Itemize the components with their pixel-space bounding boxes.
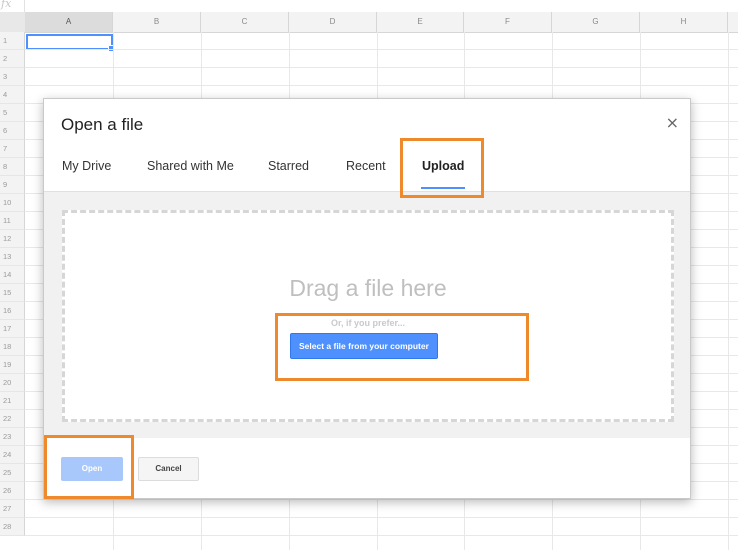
grid-row[interactable]: [25, 50, 738, 68]
row-header-1[interactable]: 1: [0, 32, 25, 50]
row-header-12[interactable]: 12: [0, 230, 25, 248]
row-header-18[interactable]: 18: [0, 338, 25, 356]
column-header-a[interactable]: A: [25, 12, 113, 32]
row-header-26[interactable]: 26: [0, 482, 25, 500]
dialog-tabs: My Drive Shared with Me Starred Recent U…: [44, 156, 690, 192]
row-header-17[interactable]: 17: [0, 320, 25, 338]
row-header-21[interactable]: 21: [0, 392, 25, 410]
column-header-h[interactable]: H: [640, 12, 728, 32]
row-header-15[interactable]: 15: [0, 284, 25, 302]
row-header-4[interactable]: 4: [0, 86, 25, 104]
grid-column-line: [728, 32, 729, 550]
tab-shared-with-me[interactable]: Shared with Me: [147, 159, 234, 173]
column-header-c[interactable]: C: [201, 12, 289, 32]
tab-starred[interactable]: Starred: [268, 159, 309, 173]
grid-row[interactable]: [25, 32, 738, 50]
row-header-5[interactable]: 5: [0, 104, 25, 122]
column-header-row: A B C D E F G H: [0, 12, 738, 33]
open-file-dialog: Open a file × My Drive Shared with Me St…: [43, 98, 691, 499]
column-header-f[interactable]: F: [464, 12, 552, 32]
drop-zone-title: Drag a file here: [289, 275, 447, 301]
row-header-6[interactable]: 6: [0, 122, 25, 140]
formula-bar-divider: [24, 0, 25, 12]
dialog-footer: Open Cancel: [44, 438, 690, 498]
selected-tab-indicator: [421, 187, 465, 189]
row-header-2[interactable]: 2: [0, 50, 25, 68]
file-drop-zone[interactable]: Drag a file here Or, if you prefer... Se…: [62, 210, 674, 422]
column-header-g[interactable]: G: [552, 12, 640, 32]
row-header-19[interactable]: 19: [0, 356, 25, 374]
dialog-title: Open a file: [61, 115, 144, 134]
row-header-24[interactable]: 24: [0, 446, 25, 464]
tab-my-drive[interactable]: My Drive: [62, 159, 111, 173]
row-header-25[interactable]: 25: [0, 464, 25, 482]
row-header-23[interactable]: 23: [0, 428, 25, 446]
column-header-e[interactable]: E: [377, 12, 464, 32]
row-header-28[interactable]: 28: [0, 518, 25, 536]
row-header-13[interactable]: 13: [0, 248, 25, 266]
drop-zone-subtitle: Or, if you prefer...: [330, 318, 406, 328]
row-header-22[interactable]: 22: [0, 410, 25, 428]
column-header-d[interactable]: D: [289, 12, 377, 32]
grid-row[interactable]: [25, 500, 738, 518]
grid-row[interactable]: [25, 68, 738, 86]
open-button[interactable]: Open: [61, 457, 123, 481]
row-header-11[interactable]: 11: [0, 212, 25, 230]
close-icon[interactable]: ×: [666, 113, 679, 132]
row-header-14[interactable]: 14: [0, 266, 25, 284]
row-header-3[interactable]: 3: [0, 68, 25, 86]
fx-icon: fx: [1, 0, 12, 10]
row-header-10[interactable]: 10: [0, 194, 25, 212]
row-header-9[interactable]: 9: [0, 176, 25, 194]
row-header-8[interactable]: 8: [0, 158, 25, 176]
select-all-corner[interactable]: [0, 12, 26, 32]
column-header-b[interactable]: B: [113, 12, 201, 32]
grid-row[interactable]: [25, 518, 738, 536]
row-header-16[interactable]: 16: [0, 302, 25, 320]
upload-panel: Drag a file here Or, if you prefer... Se…: [44, 192, 690, 438]
select-file-button[interactable]: Select a file from your computer: [290, 333, 438, 359]
row-header-20[interactable]: 20: [0, 374, 25, 392]
row-header-27[interactable]: 27: [0, 500, 25, 518]
tab-recent[interactable]: Recent: [346, 159, 386, 173]
cancel-button[interactable]: Cancel: [138, 457, 199, 481]
tab-upload[interactable]: Upload: [422, 159, 464, 173]
row-header-7[interactable]: 7: [0, 140, 25, 158]
